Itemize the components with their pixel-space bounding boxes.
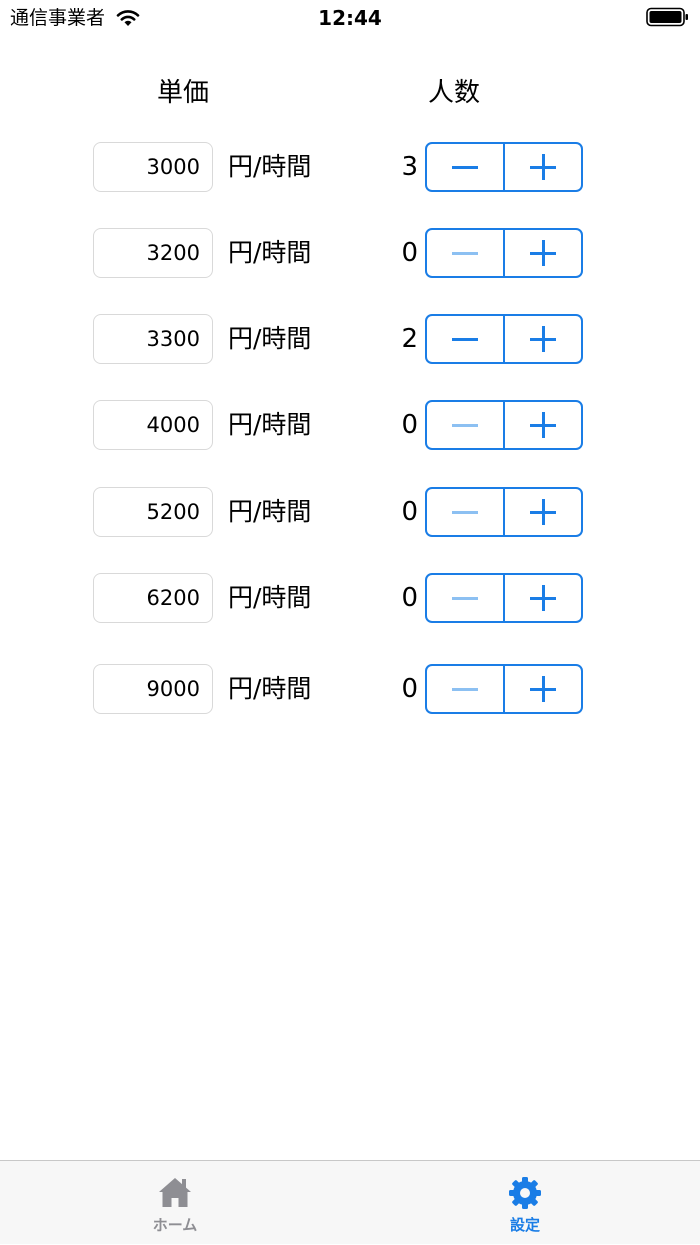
battery-icon [646,7,690,27]
count-value: 3 [401,152,418,182]
clock: 12:44 [318,6,382,30]
increment-button[interactable] [505,230,581,276]
tab-settings[interactable]: 設定 [425,1161,625,1245]
unit-label: 円/時間 [228,497,312,526]
increment-button[interactable] [505,316,581,362]
count-column-header: 人数 [428,78,481,108]
price-input[interactable] [93,228,213,278]
price-input[interactable] [93,664,213,714]
decrement-button[interactable] [427,666,505,712]
rate-row: 円/時間 0 [0,664,700,716]
price-input[interactable] [93,573,213,623]
rate-row: 円/時間 0 [0,487,700,539]
tab-home-label: ホーム [152,1216,198,1234]
unit-label: 円/時間 [228,674,312,703]
count-stepper [425,664,583,714]
count-stepper [425,400,583,450]
increment-button[interactable] [505,402,581,448]
minus-icon [452,423,478,427]
increment-button[interactable] [505,666,581,712]
plus-icon [530,499,556,525]
rate-row: 円/時間 3 [0,142,700,194]
count-stepper [425,228,583,278]
unit-label: 円/時間 [228,410,312,439]
increment-button[interactable] [505,144,581,190]
plus-icon [530,412,556,438]
price-input[interactable] [93,487,213,537]
unit-label: 円/時間 [228,152,312,181]
plus-icon [530,326,556,352]
rate-row: 円/時間 0 [0,400,700,452]
unit-label: 円/時間 [228,324,312,353]
decrement-button[interactable] [427,489,505,535]
tab-home[interactable]: ホーム [75,1161,275,1245]
increment-button[interactable] [505,575,581,621]
increment-button[interactable] [505,489,581,535]
count-stepper [425,573,583,623]
tab-settings-label: 設定 [509,1216,540,1234]
plus-icon [530,154,556,180]
rate-row: 円/時間 2 [0,314,700,366]
tab-bar: ホーム 設定 [0,1160,700,1244]
count-value: 0 [401,497,418,527]
count-value: 0 [401,238,418,268]
count-stepper [425,142,583,192]
price-column-header: 単価 [157,78,210,108]
decrement-button[interactable] [427,144,505,190]
count-stepper [425,487,583,537]
plus-icon [530,676,556,702]
price-input[interactable] [93,400,213,450]
gear-icon [507,1175,543,1211]
minus-icon [452,596,478,600]
decrement-button[interactable] [427,402,505,448]
decrement-button[interactable] [427,230,505,276]
count-stepper [425,314,583,364]
minus-icon [452,687,478,691]
decrement-button[interactable] [427,316,505,362]
decrement-button[interactable] [427,575,505,621]
count-value: 2 [401,324,418,354]
minus-icon [452,251,478,255]
house-icon [157,1175,193,1211]
unit-label: 円/時間 [228,238,312,267]
price-input[interactable] [93,314,213,364]
count-value: 0 [401,410,418,440]
rate-row: 円/時間 0 [0,228,700,280]
minus-icon [452,165,478,169]
count-value: 0 [401,583,418,613]
rate-row: 円/時間 0 [0,573,700,625]
minus-icon [452,510,478,514]
plus-icon [530,240,556,266]
plus-icon [530,585,556,611]
count-value: 0 [401,674,418,704]
price-input[interactable] [93,142,213,192]
unit-label: 円/時間 [228,583,312,612]
status-bar: 通信事業者 12:44 [0,0,700,40]
minus-icon [452,337,478,341]
